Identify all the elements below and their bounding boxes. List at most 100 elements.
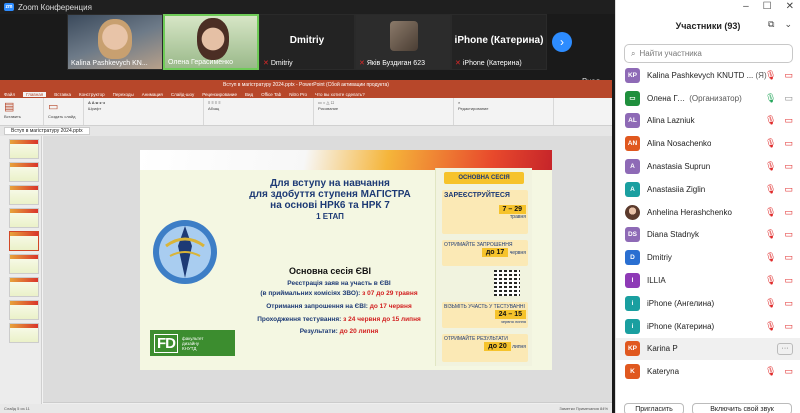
participant-row[interactable]: i iPhone (Катерина) 🎙︎ ▭ (616, 315, 800, 338)
invite-card: ОТРИМАЙТЕ ЗАПРОШЕННЯ до 17 червня (442, 240, 528, 266)
camera-off-icon[interactable]: ▭ (784, 207, 793, 218)
ppt-tab[interactable]: Файл (4, 92, 15, 97)
camera-on-icon[interactable]: ▭ (784, 93, 793, 104)
video-tile[interactable]: ✕ Яків Буздиган 623 (355, 14, 451, 70)
video-tile[interactable]: iPhone (Катерина) ✕ iPhone (Катерина) (451, 14, 547, 70)
camera-off-icon[interactable]: ▭ (784, 321, 793, 332)
invite-button[interactable]: Пригласить (624, 403, 684, 413)
session-title: Основна сесія ЄВІ (289, 266, 371, 276)
mic-off-icon[interactable]: 🎙︎ (765, 229, 776, 240)
participant-row[interactable]: KP Kalina Pashkevych KNUTD ... (Я) 🎙︎ ▭ (616, 64, 800, 87)
mic-on-icon[interactable]: 🎙︎ (765, 93, 776, 104)
camera-off-icon[interactable]: ▭ (784, 138, 793, 149)
slide-thumbnail[interactable]: 7 (9, 277, 39, 297)
ppt-tab[interactable]: Office Tab (261, 92, 281, 97)
mic-off-icon[interactable]: 🎙︎ (765, 207, 776, 218)
participant-name: Anhelina Herashchenko (647, 207, 732, 217)
participant-search[interactable]: ⌕ Найти участника (624, 44, 793, 63)
ribbon-group[interactable]: A A ж к ч Шрифт (84, 98, 204, 125)
video-name: Яків Буздиган 623 (366, 59, 425, 67)
mic-off-icon[interactable]: 🎙︎ (765, 115, 776, 126)
mic-off-icon[interactable]: 🎙︎ (765, 161, 776, 172)
ribbon-group[interactable]: ▭ Создать слайд (44, 98, 84, 125)
participant-name: Alina Lazniuk (647, 116, 695, 126)
collapse-icon[interactable]: ⌄ (784, 19, 792, 30)
participant-row[interactable]: A Anastasia Suprun 🎙︎ ▭ (616, 155, 800, 178)
mic-off-icon[interactable]: 🎙︎ (765, 321, 776, 332)
ribbon-label: Создать слайд (48, 114, 76, 119)
participant-row[interactable]: D Dmitriy 🎙︎ ▭ (616, 246, 800, 269)
ppt-tab[interactable]: Вставка (54, 92, 71, 97)
camera-off-icon[interactable]: ▭ (784, 252, 793, 263)
unmute-self-button[interactable]: Включить свой звук (692, 403, 792, 413)
ppt-status-bar: Слайд 5 из 11 Заметки Примечания 84% (0, 404, 612, 413)
card-date: до 20 (484, 342, 511, 351)
slide-thumbnail[interactable]: 3 (9, 185, 39, 205)
window-controls: – ☐ ✕ (743, 1, 794, 12)
mic-off-icon[interactable]: 🎙︎ (765, 298, 776, 309)
ppt-tab[interactable]: Вид (245, 92, 253, 97)
ppt-tab[interactable]: Слайд-шоу (171, 92, 194, 97)
video-tile[interactable]: Dmitriy ✕ Dmitriy (259, 14, 355, 70)
mic-off-icon[interactable]: 🎙︎ (765, 275, 776, 286)
ribbon-label: Шрифт (88, 106, 102, 111)
ribbon-group[interactable]: ⌕ Редактирование (454, 98, 554, 125)
avatar: i (625, 318, 640, 334)
slide-thumbnail[interactable]: 2 (9, 162, 39, 182)
participant-row[interactable]: DS Diana Stadnyk 🎙︎ ▭ (616, 224, 800, 247)
camera-off-icon[interactable]: ▭ (784, 70, 793, 81)
slide-thumbnail-active[interactable]: 5 (9, 231, 39, 251)
video-tile[interactable]: Kalina Pashkevych KN... (67, 14, 163, 70)
slide-thumbnail[interactable]: 8 (9, 300, 39, 320)
ppt-tab[interactable]: Рецензирование (202, 92, 237, 97)
mic-off-icon[interactable]: 🎙︎ (765, 138, 776, 149)
close-icon[interactable]: ✕ (786, 1, 794, 12)
mic-off-icon[interactable]: 🎙︎ (765, 366, 776, 377)
participant-row[interactable]: i iPhone (Ангелина) 🎙︎ ▭ (616, 292, 800, 315)
participant-row[interactable]: I ILLIA 🎙︎ ▭ (616, 269, 800, 292)
slide-thumbnail[interactable]: 6 (9, 254, 39, 274)
ppt-tab[interactable]: Анимация (142, 92, 163, 97)
ppt-document-tab[interactable]: Вступ в магістратуру 2024.pptx (4, 127, 90, 135)
participant-row[interactable]: AN Alina Nosachenko 🎙︎ ▭ (616, 132, 800, 155)
slide-thumbnail[interactable]: 4 (9, 208, 39, 228)
participant-row[interactable]: A Anastasiia Ziglin 🎙︎ ▭ (616, 178, 800, 201)
participant-row[interactable]: ▭ Олена Гер... (Организатор) 🎙︎ ▭ (616, 87, 800, 110)
slide-thumbnail[interactable]: 9 (9, 323, 39, 343)
participant-row[interactable]: AL Alina Lazniuk 🎙︎ ▭ (616, 110, 800, 133)
participant-row-hovered[interactable]: KP Karina P ··· (616, 337, 800, 361)
ppt-tab[interactable]: Переходы (113, 92, 134, 97)
ppt-tell-me[interactable]: Что вы хотите сделать? (315, 92, 365, 97)
status-view-zoom[interactable]: Заметки Примечания 84% (559, 406, 608, 411)
maximize-icon[interactable]: ☐ (763, 1, 772, 12)
avatar: AL (625, 113, 640, 129)
camera-off-icon[interactable]: ▭ (784, 275, 793, 286)
ppt-tab[interactable]: Конструктор (79, 92, 105, 97)
mic-off-icon[interactable]: 🎙︎ (765, 184, 776, 195)
mic-off-icon[interactable]: 🎙︎ (765, 252, 776, 263)
more-options-icon[interactable]: ··· (777, 342, 793, 355)
ribbon-group[interactable]: ▭ ○ △ ☐ Рисование (314, 98, 454, 125)
card-date: 7 – 29 (498, 205, 526, 214)
camera-off-icon[interactable]: ▭ (784, 366, 793, 377)
mic-off-icon[interactable]: 🎙︎ (765, 70, 776, 81)
camera-off-icon[interactable]: ▭ (784, 184, 793, 195)
ppt-tab-home[interactable]: Главная (23, 91, 47, 97)
participant-row[interactable]: Anhelina Herashchenko 🎙︎ ▭ (616, 201, 800, 224)
participant-name: Олена Гер... (647, 93, 687, 103)
slide-thumbnail[interactable]: 1 (9, 139, 39, 159)
ribbon-group[interactable]: ≡ ≡ ≡ ≡ Абзац (204, 98, 314, 125)
next-page-arrow-icon[interactable]: › (552, 32, 572, 52)
faculty-logo: FD факультет дизайну КНУТД (150, 330, 235, 356)
ppt-tab[interactable]: Nitro Pro (289, 92, 307, 97)
ribbon-group[interactable]: ▤ Вставить (0, 98, 44, 125)
slide[interactable]: Для вступу на навчання для здобуття ступ… (140, 150, 552, 370)
camera-off-icon[interactable]: ▭ (784, 229, 793, 240)
minimize-icon[interactable]: – (743, 1, 749, 12)
video-tile-active-speaker[interactable]: Олена Герасименко (163, 14, 259, 70)
camera-off-icon[interactable]: ▭ (784, 115, 793, 126)
camera-off-icon[interactable]: ▭ (784, 161, 793, 172)
participant-row[interactable]: K Kateryna 🎙︎ ▭ (616, 360, 800, 383)
camera-off-icon[interactable]: ▭ (784, 298, 793, 309)
popout-icon[interactable]: ⧉ (768, 19, 774, 30)
